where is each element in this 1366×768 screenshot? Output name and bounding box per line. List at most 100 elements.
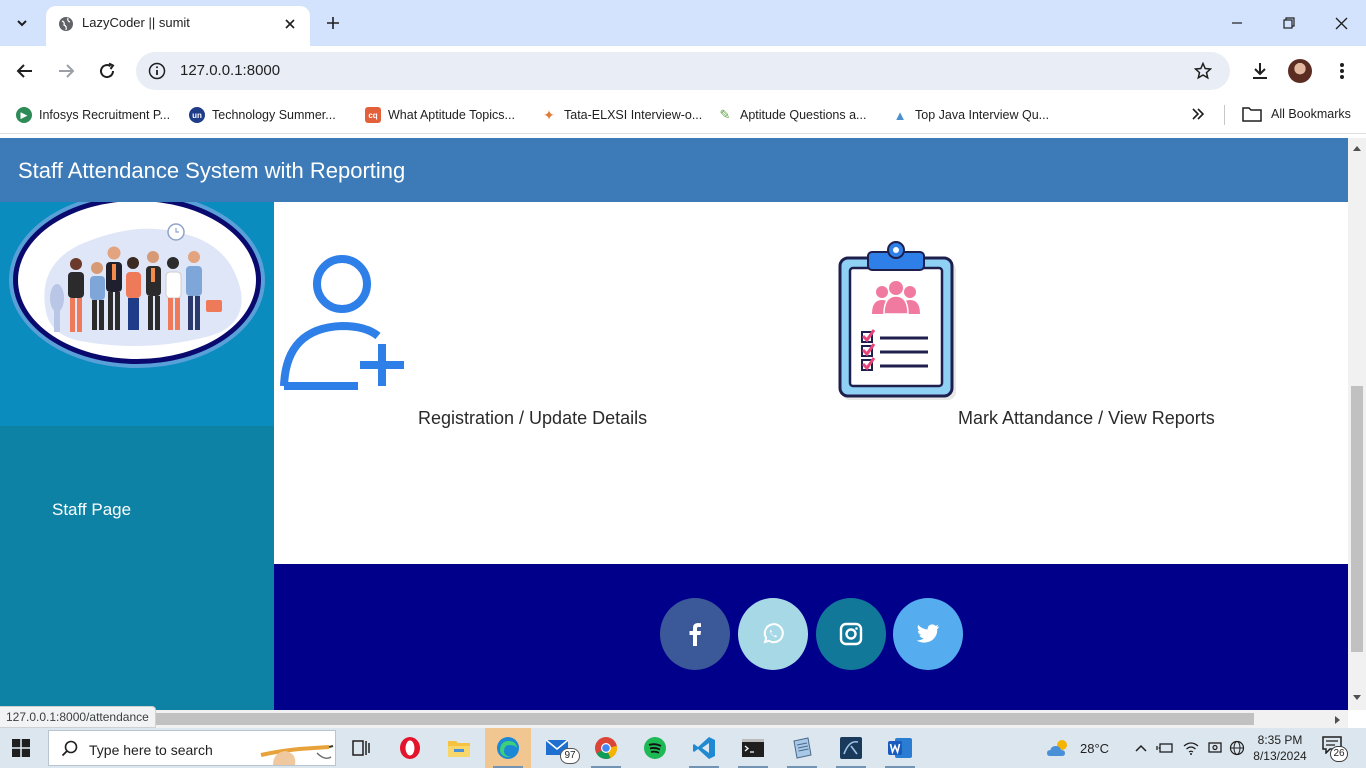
bookmark-item[interactable]: ▶ Infosys Recruitment P... xyxy=(16,106,170,124)
sidebar-logo-area xyxy=(0,202,274,426)
taskbar-app-mysql-workbench[interactable] xyxy=(828,728,874,768)
bookmark-item[interactable]: ✎ Aptitude Questions a... xyxy=(717,106,867,124)
attendance-link[interactable]: Mark Attandance / View Reports xyxy=(958,408,1215,429)
taskbar-app-word[interactable] xyxy=(877,728,923,768)
taskbar-search-box[interactable]: Type here to search xyxy=(48,730,336,766)
bookmarks-overflow-button[interactable] xyxy=(1188,104,1208,124)
restore-button[interactable] xyxy=(1276,10,1302,36)
page-title: Staff Attendance System with Reporting xyxy=(18,158,406,183)
instagram-button[interactable] xyxy=(816,598,886,670)
taskbar-app-mail[interactable]: 97 xyxy=(534,728,580,768)
info-icon[interactable] xyxy=(148,62,166,80)
edge-icon xyxy=(497,737,519,759)
url-text[interactable]: 127.0.0.1:8000 xyxy=(180,62,280,79)
clock-date: 8/13/2024 xyxy=(1253,749,1307,763)
scroll-up-arrow-icon[interactable] xyxy=(1352,144,1362,152)
taskbar-app-chrome[interactable] xyxy=(583,728,629,768)
bookmark-item[interactable]: ✦ Tata-ELXSI Interview-o... xyxy=(541,106,702,124)
bookmark-item[interactable]: ▲ Top Java Interview Qu... xyxy=(892,106,1050,124)
all-bookmarks-label: All Bookmarks xyxy=(1271,107,1351,121)
taskbar-app-vscode[interactable] xyxy=(681,728,727,768)
taskbar-app-spotify[interactable] xyxy=(632,728,678,768)
language-tray-icon[interactable] xyxy=(1228,739,1246,757)
horizontal-scrollbar[interactable] xyxy=(0,710,1348,728)
bookmark-label: Aptitude Questions a... xyxy=(740,108,867,122)
mail-unread-badge: 97 xyxy=(560,748,580,764)
plus-icon xyxy=(327,17,339,29)
forward-button[interactable] xyxy=(53,58,79,84)
battery-tray-icon[interactable] xyxy=(1156,739,1174,757)
taskbar-search-placeholder: Type here to search xyxy=(89,742,213,758)
pencil-icon: ✎ xyxy=(719,107,731,122)
minimize-button[interactable] xyxy=(1224,10,1250,36)
opera-icon xyxy=(400,737,420,759)
partly-cloudy-icon xyxy=(1047,740,1067,756)
weather-temperature: 28°C xyxy=(1080,740,1110,756)
un-icon: un xyxy=(189,107,205,123)
clipboard-attendance-icon[interactable] xyxy=(836,240,960,402)
spotify-icon xyxy=(644,737,666,759)
downloads-button[interactable] xyxy=(1248,59,1272,83)
tab-close-button[interactable] xyxy=(280,14,300,34)
bookmark-item[interactable]: un Technology Summer... xyxy=(189,106,336,124)
sidebar: Staff Page xyxy=(0,202,274,710)
vertical-scrollbar[interactable] xyxy=(1348,138,1366,710)
word-icon xyxy=(888,738,912,758)
taskbar-app-edge[interactable] xyxy=(485,728,531,768)
address-bar[interactable]: 127.0.0.1:8000 xyxy=(136,52,1230,90)
window-close-button[interactable] xyxy=(1328,10,1354,36)
taskbar-app-opera[interactable] xyxy=(387,728,433,768)
reload-button[interactable] xyxy=(94,58,120,84)
folder-icon xyxy=(448,741,470,757)
whatsapp-button[interactable] xyxy=(738,598,808,670)
profile-avatar[interactable] xyxy=(1288,59,1312,83)
taskbar-app-terminal[interactable] xyxy=(730,728,776,768)
weather-widget[interactable]: 28°C xyxy=(1046,738,1109,758)
search-highlight-art-icon xyxy=(260,745,334,765)
taskbar-app-notepad[interactable] xyxy=(779,728,825,768)
tab-strip: LazyCoder || sumit xyxy=(0,0,1366,46)
task-view-button[interactable] xyxy=(338,728,384,768)
back-button[interactable] xyxy=(12,58,38,84)
bookmark-star-button[interactable] xyxy=(1192,60,1214,82)
registration-link[interactable]: Registration / Update Details xyxy=(418,408,647,429)
browser-tab[interactable]: LazyCoder || sumit xyxy=(46,6,310,46)
chevron-double-right-icon xyxy=(1192,108,1205,120)
page-viewport: Staff Attendance System with Reporting S… xyxy=(0,138,1348,710)
device-tray-icon[interactable] xyxy=(1206,739,1224,757)
scroll-down-arrow-icon[interactable] xyxy=(1352,694,1362,702)
taskbar-app-file-explorer[interactable] xyxy=(436,728,482,768)
minimize-icon xyxy=(1232,22,1242,24)
start-button[interactable] xyxy=(8,736,34,760)
twitter-button[interactable] xyxy=(893,598,963,670)
wifi-tray-icon[interactable] xyxy=(1182,739,1200,757)
all-bookmarks-button[interactable]: All Bookmarks xyxy=(1242,106,1351,122)
tab-title: LazyCoder || sumit xyxy=(82,15,190,30)
bookmark-item[interactable]: cq What Aptitude Topics... xyxy=(365,106,515,124)
staff-page-link[interactable]: Staff Page xyxy=(52,500,131,520)
arrow-left-icon xyxy=(16,64,32,78)
browser-menu-button[interactable] xyxy=(1330,59,1354,83)
search-icon xyxy=(61,740,78,757)
wifi-icon xyxy=(1183,742,1199,755)
scroll-right-arrow-icon[interactable] xyxy=(1334,715,1342,725)
restore-icon xyxy=(1283,17,1295,29)
twitter-icon xyxy=(916,624,939,643)
team-illustration-logo xyxy=(9,202,265,368)
bookmarks-bar: ▶ Infosys Recruitment P... un Technology… xyxy=(0,96,1366,134)
chrome-icon xyxy=(595,737,618,759)
vertical-scroll-thumb[interactable] xyxy=(1351,386,1363,652)
notification-count-badge: 26 xyxy=(1330,746,1348,762)
facebook-button[interactable] xyxy=(660,598,730,670)
add-user-icon[interactable] xyxy=(280,254,408,390)
new-tab-button[interactable] xyxy=(322,12,344,34)
java-icon: ▲ xyxy=(893,107,907,123)
show-hidden-icons-button[interactable] xyxy=(1132,739,1150,757)
clock-time: 8:35 PM xyxy=(1257,733,1303,747)
tab-search-button[interactable] xyxy=(8,9,36,37)
horizontal-scroll-thumb[interactable] xyxy=(150,713,1254,725)
taskbar-clock[interactable]: 8:35 PM 8/13/2024 xyxy=(1250,732,1310,764)
main-content: Registration / Update Details Mark Attan… xyxy=(274,202,1348,564)
notification-center-button[interactable]: 26 xyxy=(1322,736,1350,762)
bookmark-label: What Aptitude Topics... xyxy=(388,108,515,122)
